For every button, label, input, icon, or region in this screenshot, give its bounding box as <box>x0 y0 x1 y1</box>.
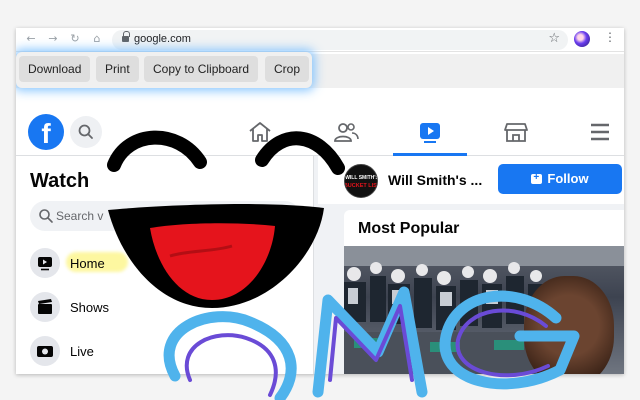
home-icon[interactable]: ⌂ <box>90 32 104 46</box>
sidebar-item-live[interactable]: Live <box>30 334 300 368</box>
search-icon[interactable] <box>70 116 102 148</box>
search-placeholder: Search v <box>56 209 104 223</box>
nav-home-icon[interactable] <box>246 120 274 144</box>
video-thumbnail[interactable] <box>344 246 624 374</box>
sidebar-item-label: Home <box>70 256 105 271</box>
clapperboard-icon <box>30 292 60 322</box>
copy-to-clipboard-button[interactable]: Copy to Clipboard <box>144 56 259 82</box>
reload-icon[interactable]: ↻ <box>68 32 82 46</box>
svg-text:WILL SMITH'S: WILL SMITH'S <box>345 175 378 181</box>
nav-watch-icon[interactable] <box>416 120 444 144</box>
page-name[interactable]: Will Smith's ... <box>388 172 482 188</box>
watch-search-input[interactable]: Search v <box>30 201 300 231</box>
facebook-nav-bar: f <box>16 108 624 156</box>
extension-button-group: Download Print Copy to Clipboard Crop <box>16 52 312 88</box>
sidebar-item-home[interactable]: Home <box>30 246 300 280</box>
follow-icon <box>531 171 543 185</box>
download-button[interactable]: Download <box>19 56 91 82</box>
more-menu-icon[interactable]: ⋮ <box>604 30 616 44</box>
crop-button[interactable]: Crop <box>265 56 310 82</box>
nav-menu-icon[interactable] <box>586 120 614 144</box>
watch-sidebar: Watch Search v Home Shows Live <box>16 156 314 374</box>
tv-icon <box>30 248 60 278</box>
page-avatar[interactable]: WILL SMITH'S BUCKET LIST <box>344 164 378 198</box>
sidebar-item-label: Live <box>70 344 94 359</box>
page-content: WILL SMITH'S BUCKET LIST Will Smith's ...… <box>318 156 624 374</box>
url-text: google.com <box>134 33 191 45</box>
section-title: Most Popular <box>358 220 460 237</box>
page-header: WILL SMITH'S BUCKET LIST Will Smith's ...… <box>318 156 624 204</box>
facebook-page: f Watch Search v Home Shows Live WILL SM… <box>16 108 624 374</box>
back-arrow-icon[interactable]: ← <box>24 32 38 46</box>
svg-text:BUCKET LIST: BUCKET LIST <box>345 183 378 189</box>
address-bar[interactable]: google.com ☆ <box>112 30 568 50</box>
page-title: Watch <box>30 170 90 192</box>
facebook-logo-icon[interactable]: f <box>28 114 64 150</box>
search-icon <box>39 209 53 223</box>
follow-label: Follow <box>547 171 589 186</box>
browser-toolbar: ← → ↻ ⌂ google.com ☆ ⋮ <box>16 28 624 52</box>
extension-toolbar: Download Print Copy to Clipboard Crop <box>16 52 624 88</box>
extension-avatar-icon[interactable] <box>574 31 590 47</box>
nav-marketplace-icon[interactable] <box>502 120 530 144</box>
forward-arrow-icon[interactable]: → <box>46 32 60 46</box>
live-camera-icon <box>30 336 60 366</box>
browser-window: ← → ↻ ⌂ google.com ☆ ⋮ Download Print Co… <box>16 28 624 374</box>
lock-icon <box>122 31 130 43</box>
sidebar-item-shows[interactable]: Shows <box>30 290 300 324</box>
nav-friends-icon[interactable] <box>332 120 360 144</box>
sidebar-item-label: Shows <box>70 300 110 315</box>
follow-button[interactable]: Follow <box>498 164 622 194</box>
most-popular-card: Most Popular <box>344 210 624 374</box>
bookmark-star-icon[interactable]: ☆ <box>548 31 560 46</box>
person-face <box>524 276 614 374</box>
print-button[interactable]: Print <box>96 56 139 82</box>
